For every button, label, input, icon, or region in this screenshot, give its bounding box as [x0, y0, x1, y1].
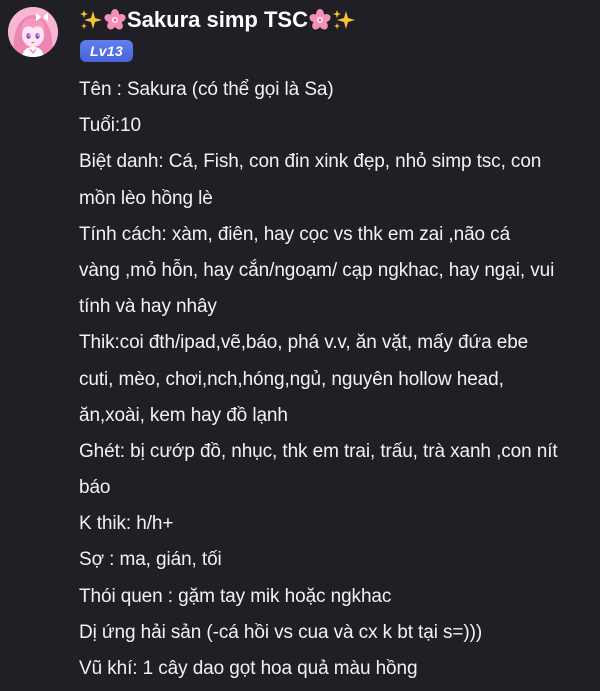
bio-line: Biệt danh: Cá, Fish, con đin xink đẹp, n…: [79, 151, 542, 173]
bio-line: vàng ,mỏ hỗn, hay cắn/ngoạm/ cạp ngkhac,…: [79, 259, 555, 281]
sparkles-icon: [79, 8, 103, 32]
bio-line: Tên : Sakura (có thể gọi là Sa): [79, 79, 334, 100]
bio-line: Sợ : ma, gián, tối: [79, 549, 222, 571]
bio-line: ăn,xoài, kem hay đồ lạnh: [79, 404, 288, 426]
bio-line: Ghét: bị cướp đồ, nhục, thk em trai, trấ…: [79, 440, 558, 462]
bio-line: Dị ứng hải sản (-cá hồi vs cua và cx k b…: [79, 621, 483, 643]
bio-text: Tên : Sakura (có thể gọi là Sa) Tuổi:10 …: [79, 72, 591, 687]
bio-line: Thik:coi đth/ipad,vẽ,báo, phá v.v, ăn vặ…: [79, 332, 529, 354]
bio-line: Tính cách: xàm, điên, hay cọc vs thk em …: [79, 223, 511, 245]
bio-line: báo: [79, 477, 111, 499]
bio-line: cuti, mèo, chơi,nch,hóng,ngủ, nguyên hol…: [79, 368, 504, 390]
bio-line: Vũ khí: 1 cây dao gọt hoa quả màu hồng: [79, 658, 418, 679]
cherry-blossom-icon: [308, 8, 332, 32]
author-name: Sakura simp TSC: [127, 7, 308, 32]
anime-girl-avatar-icon: [8, 7, 58, 57]
cherry-blossom-icon: [103, 8, 127, 32]
author-avatar[interactable]: [8, 7, 58, 57]
bio-line: Tuổi:10: [79, 115, 141, 137]
level-badge: Lv13: [80, 40, 133, 62]
sparkles-icon: [332, 8, 356, 32]
profile-post: Sakura simp TSC Lv13 Tên: Sakura (có th…: [0, 0, 600, 691]
bio-line: K thik: h/h+: [79, 513, 174, 535]
bio-line: tính và hay nhây: [79, 296, 217, 318]
bio-line: mồn lèo hồng lè: [79, 187, 213, 209]
bio-line: Thói quen : gặm tay mik hoặc ngkhac: [79, 585, 392, 607]
author-name-row[interactable]: Sakura simp TSC: [79, 5, 356, 35]
